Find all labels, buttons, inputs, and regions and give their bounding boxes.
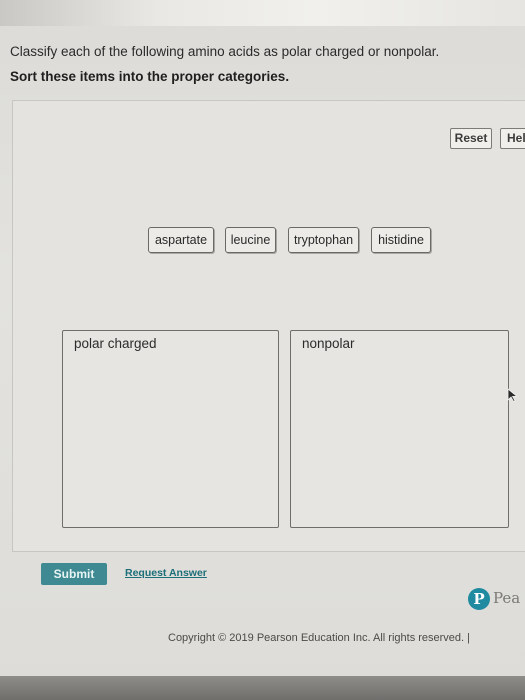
drop-zone-nonpolar[interactable]: nonpolar [290,330,509,528]
copyright-text: Copyright © 2019 Pearson Education Inc. … [168,632,471,644]
draggable-item-tryptophan[interactable]: tryptophan [288,227,359,253]
pearson-p-icon: P [468,588,490,610]
submit-button[interactable]: Submit [41,563,107,585]
drop-zone-polar-charged[interactable]: polar charged [62,330,279,528]
sort-instruction: Sort these items into the proper categor… [10,69,290,84]
top-strip [0,0,525,26]
reset-button[interactable]: Reset [450,128,492,149]
bottom-bezel [0,676,525,700]
drop-zone-label: polar charged [74,336,157,351]
brand-name: Pea [493,589,521,607]
request-answer-link[interactable]: Request Answer [125,567,207,579]
screen: Classify each of the following amino aci… [0,0,525,700]
instructions: Classify each of the following amino aci… [10,44,510,84]
drop-zone-label: nonpolar [302,336,355,351]
question-text: Classify each of the following amino aci… [10,44,440,59]
mouse-pointer-icon [507,388,519,402]
draggable-item-leucine[interactable]: leucine [225,227,276,253]
draggable-item-aspartate[interactable]: aspartate [148,227,214,253]
draggable-item-histidine[interactable]: histidine [371,227,431,253]
help-button[interactable]: Hel [500,128,525,149]
